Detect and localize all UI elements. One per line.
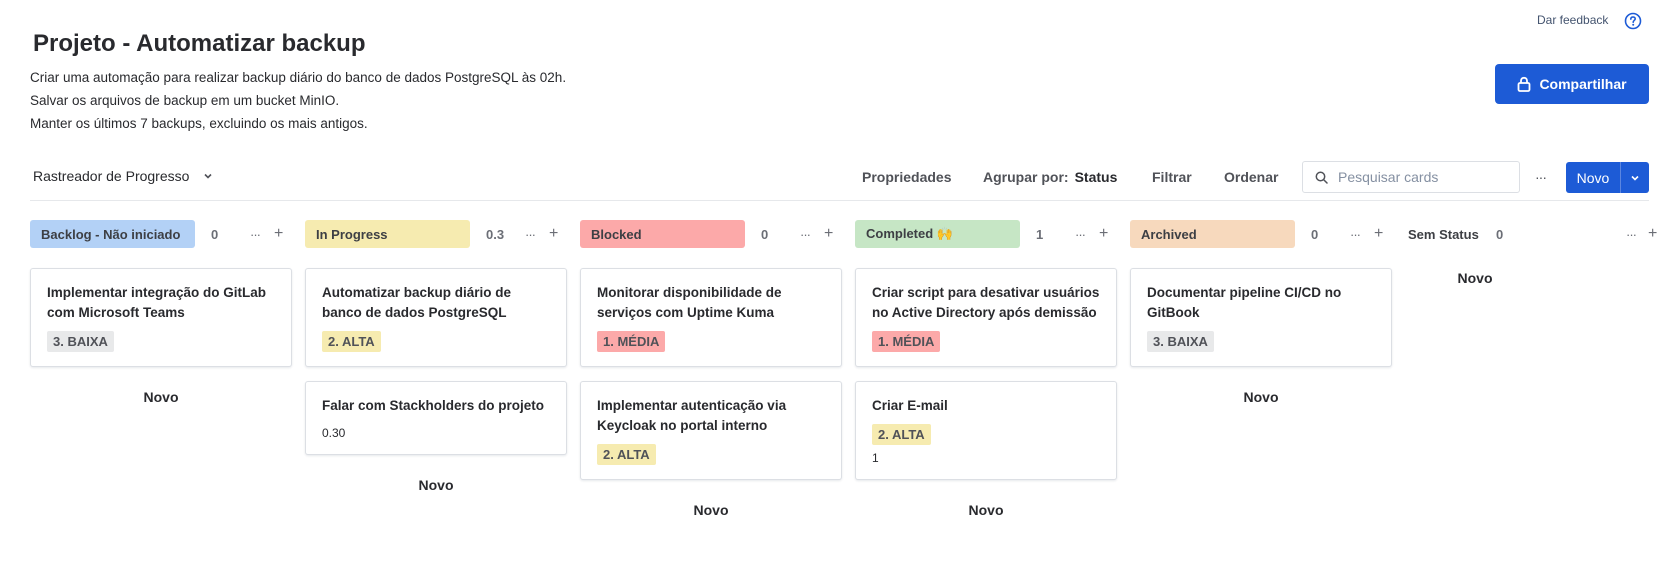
column-header: Completed 🙌 1 ··· + xyxy=(855,220,1117,248)
board-column-blocked: Blocked 0 ··· + Monitorar disponibilidad… xyxy=(580,220,842,518)
share-label: Compartilhar xyxy=(1539,76,1627,92)
new-button-group[interactable]: Novo xyxy=(1566,162,1649,193)
column-header: In Progress 0.3 ··· + xyxy=(305,220,567,248)
sort-button[interactable]: Ordenar xyxy=(1224,169,1278,185)
column-more-button[interactable]: ··· xyxy=(1350,227,1361,242)
column-new-button[interactable]: Novo xyxy=(855,502,1117,518)
view-selector[interactable]: Rastreador de Progresso xyxy=(33,168,213,184)
priority-tag: 1. MÉDIA xyxy=(597,331,666,352)
card-title: Monitorar disponibilidade de serviços co… xyxy=(597,285,782,320)
column-header: Backlog - Não iniciado 0 ··· + xyxy=(30,220,292,248)
filter-button[interactable]: Filtrar xyxy=(1152,169,1192,185)
chevron-down-icon xyxy=(1631,175,1639,181)
new-dropdown-button[interactable] xyxy=(1621,162,1649,193)
help-icon[interactable] xyxy=(1624,12,1642,30)
priority-tag: 2. ALTA xyxy=(322,331,381,352)
card[interactable]: Implementar integração do GitLab com Mic… xyxy=(30,268,292,367)
column-header: Sem Status 0 ··· + xyxy=(1408,220,1658,248)
card-title: Criar E-mail xyxy=(872,398,948,413)
card-number: 0.30 xyxy=(322,426,346,440)
column-add-button[interactable]: + xyxy=(1648,225,1657,243)
status-pill[interactable]: Blocked xyxy=(580,220,745,248)
card-number: 1 xyxy=(872,451,879,465)
toolbar-divider xyxy=(30,200,1649,201)
status-pill[interactable]: Backlog - Não iniciado xyxy=(30,220,195,248)
priority-tag: 3. BAIXA xyxy=(47,331,114,352)
page-title: Projeto - Automatizar backup xyxy=(33,30,366,57)
column-count: 1 xyxy=(1036,226,1044,242)
column-more-button[interactable]: ··· xyxy=(800,227,811,242)
board-column-backlog: Backlog - Não iniciado 0 ··· + Implement… xyxy=(30,220,292,405)
status-pill[interactable]: Completed 🙌 xyxy=(855,220,1020,248)
status-pill[interactable]: In Progress xyxy=(305,220,470,248)
column-count: 0 xyxy=(1496,226,1504,242)
board-column-completed: Completed 🙌 1 ··· + Criar script para de… xyxy=(855,220,1117,518)
column-new-button[interactable]: Novo xyxy=(30,389,292,405)
column-more-button[interactable]: ··· xyxy=(1626,227,1637,242)
feedback-link[interactable]: Dar feedback xyxy=(1537,13,1608,27)
column-add-button[interactable]: + xyxy=(274,225,283,243)
column-new-button[interactable]: Novo xyxy=(1344,270,1606,286)
board-column-archived: Archived 0 ··· + Documentar pipeline CI/… xyxy=(1130,220,1392,405)
column-more-button[interactable]: ··· xyxy=(1075,227,1086,242)
column-add-button[interactable]: + xyxy=(1374,225,1383,243)
more-options-button[interactable]: ··· xyxy=(1535,169,1547,185)
chevron-down-icon xyxy=(204,173,212,179)
column-new-button[interactable]: Novo xyxy=(305,477,567,493)
card-title: Criar script para desativar usuários no … xyxy=(872,285,1100,320)
column-more-button[interactable]: ··· xyxy=(250,227,261,242)
board-column-no-status: Sem Status 0 ··· + Novo xyxy=(1408,220,1658,286)
card[interactable]: Automatizar backup diário de banco de da… xyxy=(305,268,567,367)
card[interactable]: Criar E-mail 2. ALTA 1 xyxy=(855,381,1117,480)
description-line: Salvar os arquivos de backup em um bucke… xyxy=(30,93,340,108)
column-header: Archived 0 ··· + xyxy=(1130,220,1392,248)
new-button[interactable]: Novo xyxy=(1566,162,1621,193)
card[interactable]: Criar script para desativar usuários no … xyxy=(855,268,1117,367)
search-icon xyxy=(1315,171,1328,184)
group-by-value: Status xyxy=(1074,169,1118,185)
column-count: 0 xyxy=(1311,226,1319,242)
column-header: Blocked 0 ··· + xyxy=(580,220,842,248)
column-add-button[interactable]: + xyxy=(824,225,833,243)
card[interactable]: Monitorar disponibilidade de serviços co… xyxy=(580,268,842,367)
share-button[interactable]: Compartilhar xyxy=(1495,64,1649,104)
status-label[interactable]: Sem Status xyxy=(1408,227,1479,242)
priority-tag: 3. BAIXA xyxy=(1147,331,1214,352)
search-box[interactable] xyxy=(1302,161,1520,193)
card-title: Automatizar backup diário de banco de da… xyxy=(322,285,512,320)
lock-icon xyxy=(1518,76,1531,92)
card-title: Documentar pipeline CI/CD no GitBook xyxy=(1147,285,1342,320)
board-column-in-progress: In Progress 0.3 ··· + Automatizar backup… xyxy=(305,220,567,493)
column-new-button[interactable]: Novo xyxy=(1130,389,1392,405)
properties-button[interactable]: Propriedades xyxy=(862,169,951,185)
column-count: 0 xyxy=(211,226,219,242)
priority-tag: 1. MÉDIA xyxy=(872,331,941,352)
card[interactable]: Implementar autenticação via Keycloak no… xyxy=(580,381,842,480)
priority-tag: 2. ALTA xyxy=(597,444,656,465)
column-add-button[interactable]: + xyxy=(1099,225,1108,243)
card-title: Falar com Stackholders do projeto xyxy=(322,398,545,413)
description-line: Manter os últimos 7 backups, excluindo o… xyxy=(30,116,368,131)
group-by-label: Agrupar por: xyxy=(983,169,1069,185)
view-label: Rastreador de Progresso xyxy=(33,168,190,184)
group-by-button[interactable]: Agrupar por: Status xyxy=(983,169,1117,185)
description-line: Criar uma automação para realizar backup… xyxy=(30,70,567,85)
card[interactable]: Falar com Stackholders do projeto 0.30 xyxy=(305,381,567,455)
column-new-button[interactable]: Novo xyxy=(580,502,842,518)
column-add-button[interactable]: + xyxy=(549,225,558,243)
card-title: Implementar integração do GitLab com Mic… xyxy=(47,285,267,320)
column-count: 0 xyxy=(761,226,769,242)
column-count: 0.3 xyxy=(486,226,505,242)
column-more-button[interactable]: ··· xyxy=(525,227,536,242)
priority-tag: 2. ALTA xyxy=(872,424,931,445)
card-title: Implementar autenticação via Keycloak no… xyxy=(597,398,787,433)
status-pill[interactable]: Archived xyxy=(1130,220,1295,248)
search-input[interactable] xyxy=(1336,168,1506,186)
